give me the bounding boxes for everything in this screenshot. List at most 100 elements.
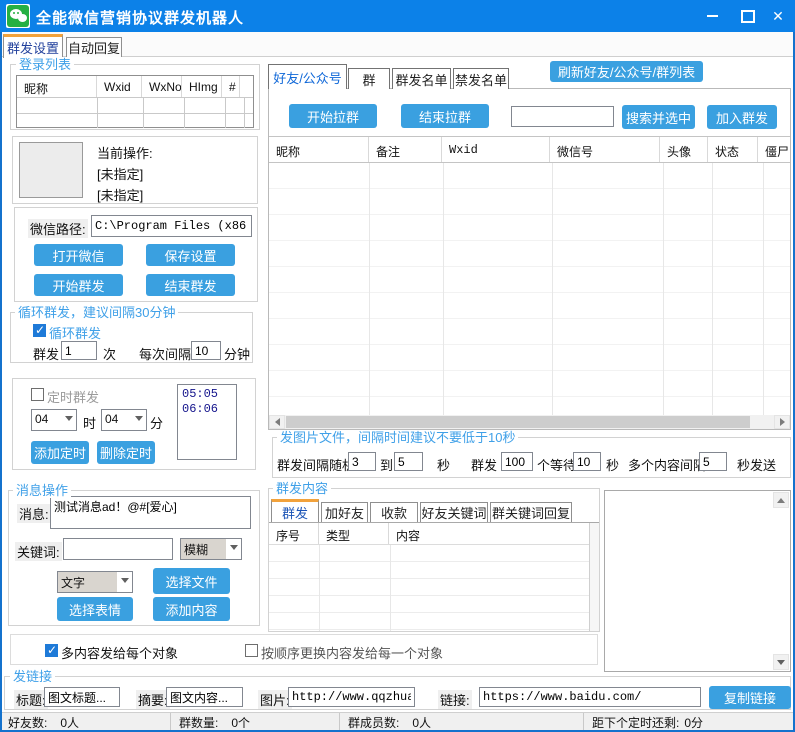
loop-count-prefix: 群发: [33, 347, 60, 362]
loop-interval-input[interactable]: [191, 341, 221, 360]
tab-send-list[interactable]: 群发名单: [392, 68, 451, 89]
minute-select[interactable]: 04: [101, 409, 147, 431]
interval-from-input[interactable]: [348, 452, 376, 471]
timer-send-checkbox-label: 定时群发: [47, 390, 100, 405]
tab-ban-list[interactable]: 禁发名单: [453, 68, 509, 89]
login-list-title: 登录列表: [16, 57, 75, 72]
refresh-list-button[interactable]: 刷新好友/公众号/群列表: [550, 61, 703, 82]
wechat-path-panel: 微信路径: 打开微信 保存设置 开始群发 结束群发: [14, 207, 258, 302]
minimize-icon: [706, 15, 718, 17]
timer-list[interactable]: 05:05 06:06: [177, 384, 237, 460]
add-timer-button[interactable]: 添加定时: [31, 441, 89, 464]
next-timer-value: 0分: [684, 715, 704, 730]
interval-settings-title: 发图片文件，间隔时间建议不要低于10秒: [277, 430, 519, 445]
message-textarea[interactable]: 测试消息ad！@#[爱心]: [50, 496, 251, 529]
content-table-body[interactable]: [269, 545, 589, 631]
multi-content-checkbox[interactable]: [45, 643, 58, 657]
groups-count-value: 0个: [231, 715, 251, 730]
start-pull-group-button[interactable]: 开始拉群: [289, 104, 377, 128]
loop-send-checkbox-label: 循环群发: [49, 326, 102, 341]
end-pull-group-button[interactable]: 结束拉群: [401, 104, 489, 128]
friends-table-body[interactable]: [269, 163, 790, 415]
search-select-button[interactable]: 搜索并选中: [622, 105, 695, 129]
tab-payment[interactable]: 收款: [370, 502, 418, 522]
wait-input[interactable]: [573, 452, 601, 471]
seconds-label-1: 秒: [437, 458, 451, 473]
start-send-button[interactable]: 开始群发: [34, 274, 123, 296]
friends-table: 昵称 备注 Wxid 微信号 头像 状态 僵尸: [269, 136, 790, 415]
close-button[interactable]: [763, 0, 793, 32]
link-summary-input[interactable]: [166, 687, 243, 707]
status-next-timer: 距下个定时还剩: 0分: [584, 713, 795, 731]
hour-value: 04: [35, 412, 49, 426]
friends-count-label: 好友数:: [8, 715, 48, 730]
search-input[interactable]: [511, 106, 614, 127]
maximize-button[interactable]: [733, 0, 763, 32]
arrow-left-icon: [271, 418, 280, 426]
col-remark: 备注: [369, 137, 442, 162]
hour-select[interactable]: 04: [31, 409, 77, 431]
login-list-group: 登录列表 昵称 Wxid WxNo HImg #: [10, 57, 260, 130]
content-table-scrollbar[interactable]: [589, 523, 599, 631]
delete-timer-button[interactable]: 删除定时: [97, 441, 155, 464]
scroll-right-button[interactable]: [774, 415, 790, 429]
send-content-title: 群发内容: [273, 481, 332, 496]
members-count-label: 群成员数:: [348, 715, 400, 730]
save-settings-button[interactable]: 保存设置: [146, 244, 235, 266]
tab-content-send[interactable]: 群发: [271, 499, 319, 522]
timer-send-checkbox[interactable]: [31, 388, 44, 401]
select-file-button[interactable]: 选择文件: [153, 568, 230, 594]
scroll-left-button[interactable]: [269, 415, 285, 429]
send-options-panel: 多内容发给每个对象 按顺序更换内容发给每一个对象: [10, 634, 598, 665]
wechat-path-input[interactable]: [91, 215, 252, 237]
match-mode-select[interactable]: 模糊: [180, 538, 242, 560]
message-op-title: 消息操作: [13, 483, 72, 498]
tab-auto-reply[interactable]: 自动回复: [66, 37, 122, 57]
open-wechat-button[interactable]: 打开微信: [34, 244, 123, 266]
copy-link-button[interactable]: 复制链接: [709, 686, 791, 709]
tab-friends-public[interactable]: 好友/公众号: [268, 64, 347, 89]
timer-list-item[interactable]: 06:06: [182, 402, 232, 417]
login-col-wxid: Wxid: [97, 76, 142, 97]
chevron-down-icon: [131, 410, 146, 430]
current-op-panel: 当前操作: [未指定] [未指定]: [12, 136, 258, 204]
interval-to-input[interactable]: [394, 452, 423, 471]
minimize-button[interactable]: [697, 0, 727, 32]
tab-send-settings[interactable]: 群发设置: [3, 34, 63, 58]
current-op-account2: [未指定]: [97, 188, 144, 203]
scrollbar-thumb[interactable]: [286, 416, 750, 428]
add-content-button[interactable]: 添加内容: [153, 597, 230, 621]
log-scroll-up-button[interactable]: [773, 492, 789, 508]
avatar: [19, 142, 83, 198]
tab-add-friend[interactable]: 加好友: [321, 502, 368, 522]
minute-value: 04: [105, 412, 119, 426]
multi-interval-input[interactable]: [699, 452, 727, 471]
interval-settings-group: 发图片文件，间隔时间建议不要低于10秒 群发间隔随机 到 秒 群发 个等待 秒 …: [272, 430, 791, 478]
batch-count-input[interactable]: [501, 452, 533, 471]
end-send-button[interactable]: 结束群发: [146, 274, 235, 296]
timer-send-panel: 定时群发 04 时 04 分 添加定时 删除定时 05:05 06:06: [12, 378, 256, 470]
link-url-input[interactable]: [479, 687, 701, 707]
link-image-input[interactable]: [288, 687, 415, 707]
log-scroll-down-button[interactable]: [773, 654, 789, 670]
link-title-input[interactable]: [44, 687, 120, 707]
seconds-send-label: 秒发送: [737, 458, 777, 473]
loop-send-checkbox[interactable]: [33, 323, 46, 337]
to-label: 到: [380, 458, 394, 473]
link-url-label: 链接:: [438, 690, 472, 709]
horizontal-scrollbar[interactable]: [269, 415, 790, 429]
content-type-select[interactable]: 文字: [57, 571, 133, 593]
loop-count-input[interactable]: [61, 341, 97, 360]
multi-interval-label: 多个内容间隔: [628, 458, 707, 473]
next-timer-label: 距下个定时还剩:: [592, 715, 680, 730]
keyword-input[interactable]: [63, 538, 173, 560]
timer-list-item[interactable]: 05:05: [182, 387, 232, 402]
log-textarea[interactable]: [604, 490, 791, 672]
sequential-checkbox[interactable]: [245, 644, 258, 657]
tab-friend-keyword[interactable]: 好友关键词: [420, 502, 488, 522]
tab-groups[interactable]: 群: [348, 68, 390, 89]
join-send-button[interactable]: 加入群发: [707, 105, 777, 129]
select-emoji-button[interactable]: 选择表情: [57, 597, 133, 621]
login-table-body[interactable]: [17, 98, 253, 128]
tab-group-keyword-reply[interactable]: 群关键词回复: [490, 502, 572, 522]
